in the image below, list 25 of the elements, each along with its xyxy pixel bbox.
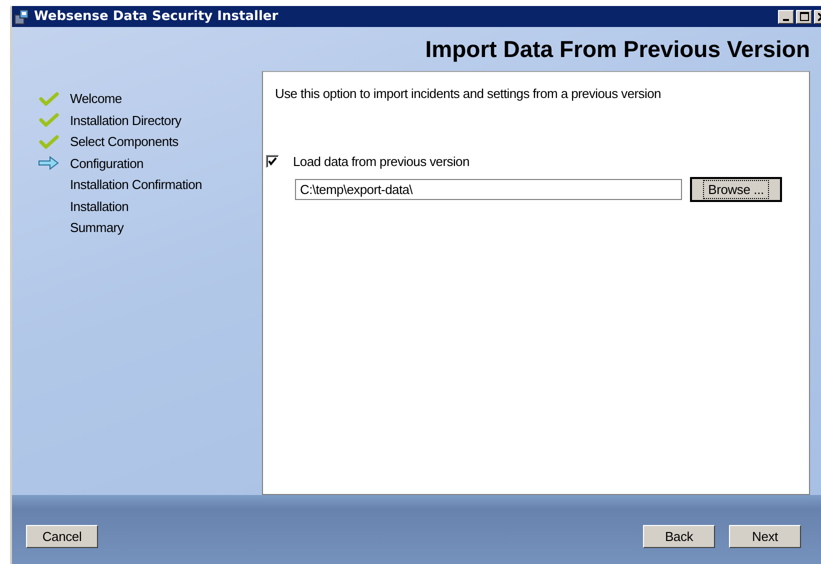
- installer-icon: [14, 8, 30, 24]
- step-label: Installation Directory: [70, 112, 182, 128]
- arrow-icon: [38, 156, 60, 170]
- cancel-button[interactable]: Cancel: [26, 525, 98, 548]
- back-button[interactable]: Back: [643, 525, 715, 548]
- window-title: Websense Data Security Installer: [34, 9, 280, 24]
- check-icon: [39, 134, 59, 149]
- maximize-icon: [800, 12, 808, 21]
- step-label: Summary: [70, 220, 124, 236]
- step-label: Select Components: [70, 134, 178, 150]
- maximize-button[interactable]: [796, 10, 812, 24]
- step-label: Welcome: [70, 91, 122, 106]
- step-label: Configuration: [70, 156, 144, 171]
- minimize-button[interactable]: [778, 10, 794, 24]
- path-field[interactable]: C:\temp\export-data\: [295, 179, 682, 200]
- step-label: Installation Confirmation: [70, 177, 202, 192]
- page-title: Import Data From Previous Version: [425, 36, 810, 62]
- check-icon: [39, 92, 59, 106]
- next-button[interactable]: Next: [729, 525, 801, 548]
- checkbox-label: Load data from previous version: [293, 154, 470, 169]
- description-text: Use this option to import incidents and settings from a previous version: [275, 86, 662, 101]
- minimize-icon: [783, 18, 789, 20]
- check-icon: [39, 113, 59, 128]
- step-label: Installation: [70, 198, 129, 214]
- browse-button[interactable]: Browse ...: [690, 177, 782, 202]
